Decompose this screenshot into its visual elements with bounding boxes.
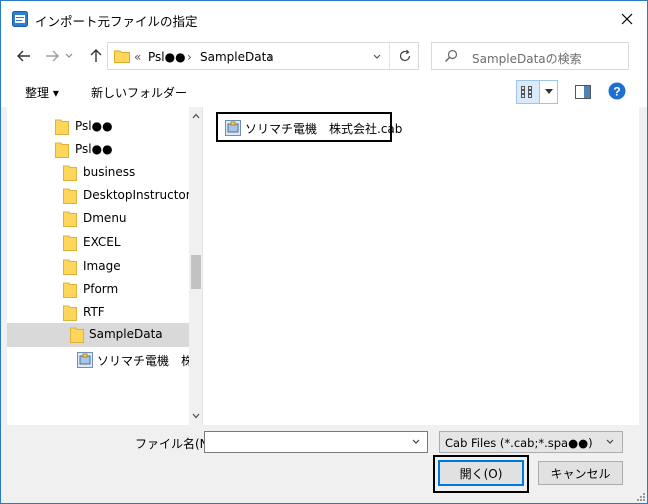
scroll-up-button[interactable] bbox=[189, 107, 202, 125]
up-button[interactable] bbox=[85, 45, 107, 67]
cab-file-icon bbox=[225, 120, 241, 136]
tree-item-label: SampleData bbox=[89, 327, 163, 341]
breadcrumb-separator[interactable]: › bbox=[187, 50, 192, 64]
file-list: ソリマチ電機 株式会社.cab bbox=[204, 107, 639, 425]
tree-item-label: ソリマチ電機 株式 bbox=[97, 354, 203, 368]
search-box[interactable]: SampleDataの検索 bbox=[431, 42, 629, 70]
change-view-button[interactable] bbox=[516, 80, 540, 104]
tree-item-label: DesktopInstructor bbox=[83, 188, 191, 202]
navigation-bar: « Psl●● › SampleData › SampleDataの検索 bbox=[1, 37, 647, 77]
folder-icon bbox=[63, 188, 77, 204]
chevron-down-icon bbox=[192, 413, 200, 419]
tree-item-label: business bbox=[83, 165, 136, 179]
chevron-down-icon bbox=[606, 439, 614, 444]
close-icon bbox=[621, 13, 633, 25]
file-item-cab[interactable]: ソリマチ電機 株式会社.cab bbox=[216, 112, 402, 142]
tree-item-label: Psl●● bbox=[75, 142, 113, 156]
address-dropdown-button[interactable] bbox=[367, 47, 387, 67]
chevron-down-icon bbox=[412, 439, 420, 444]
tree-item-label: RTF bbox=[83, 305, 105, 319]
title-bar: インポート元ファイルの指定 bbox=[1, 1, 647, 37]
recent-locations-button[interactable] bbox=[61, 45, 77, 67]
svg-text:?: ? bbox=[613, 85, 620, 99]
search-icon bbox=[445, 49, 458, 62]
tree-item-dmenu[interactable]: Dmenu bbox=[7, 207, 189, 230]
tree-item-psl-2[interactable]: Psl●● bbox=[7, 138, 189, 161]
folder-icon bbox=[63, 282, 77, 298]
breadcrumb-separator[interactable]: › bbox=[268, 50, 273, 64]
help-icon: ? bbox=[608, 82, 626, 100]
close-button[interactable] bbox=[615, 7, 639, 31]
breadcrumb-overflow[interactable]: « bbox=[134, 50, 141, 64]
scroll-down-button[interactable] bbox=[189, 407, 202, 425]
folder-icon bbox=[63, 305, 77, 321]
address-bar[interactable]: « Psl●● › SampleData › bbox=[107, 42, 419, 70]
arrow-up-icon bbox=[90, 49, 102, 62]
navigation-tree: Psl●● Psl●● business DesktopInstructor D… bbox=[7, 107, 203, 425]
filename-history-dropdown[interactable] bbox=[407, 433, 425, 451]
file-name: ソリマチ電機 株式会社.cab bbox=[245, 122, 403, 136]
refresh-icon bbox=[399, 49, 410, 62]
preview-pane-button[interactable] bbox=[573, 82, 593, 102]
file-type-select[interactable]: Cab Files (*.cab;*.spa●●) bbox=[439, 431, 623, 453]
import-file-dialog: インポート元ファイルの指定 « Psl●● › SampleData › Sam… bbox=[0, 0, 648, 504]
cab-file-icon bbox=[77, 352, 93, 368]
chevron-down-icon bbox=[373, 54, 381, 59]
arrow-left-icon bbox=[17, 50, 30, 62]
folder-icon bbox=[63, 259, 77, 275]
search-placeholder: SampleDataの検索 bbox=[472, 52, 582, 66]
file-type-value: Cab Files (*.cab;*.spa●●) bbox=[445, 436, 593, 450]
tree-scrollbar[interactable] bbox=[189, 107, 202, 425]
details-view-icon bbox=[521, 86, 532, 98]
tree-item-psl-1[interactable]: Psl●● bbox=[7, 115, 189, 138]
chevron-up-icon bbox=[192, 113, 200, 119]
tree-item-label: Pform bbox=[83, 282, 119, 296]
tree-item-cab-file[interactable]: ソリマチ電機 株式 bbox=[7, 348, 202, 371]
scroll-thumb[interactable] bbox=[191, 255, 201, 289]
dialog-title: インポート元ファイルの指定 bbox=[35, 14, 198, 29]
filename-input[interactable] bbox=[204, 431, 428, 453]
tree-item-label: Image bbox=[83, 259, 121, 273]
caret-down-icon bbox=[544, 89, 553, 94]
preview-pane-icon bbox=[575, 85, 591, 99]
tree-item-pform[interactable]: Pform bbox=[7, 278, 189, 301]
folder-icon bbox=[63, 165, 77, 181]
new-folder-button[interactable]: 新しいフォルダー bbox=[91, 84, 187, 101]
command-toolbar: 整理 ▾ 新しいフォルダー ? bbox=[1, 77, 647, 107]
tree-item-business[interactable]: business bbox=[7, 161, 189, 184]
forward-button[interactable] bbox=[41, 45, 63, 67]
open-button[interactable]: 開く(O) bbox=[438, 460, 524, 486]
tree-item-label: EXCEL bbox=[83, 235, 121, 249]
tree-item-sampledata[interactable]: SampleData bbox=[7, 323, 189, 347]
tree-item-label: Psl●● bbox=[75, 119, 113, 133]
folder-icon bbox=[55, 119, 69, 135]
browser-pane: Psl●● Psl●● business DesktopInstructor D… bbox=[7, 107, 639, 425]
breadcrumb-item-sampledata[interactable]: SampleData bbox=[200, 50, 274, 64]
breadcrumb-item-psl[interactable]: Psl●● bbox=[148, 50, 186, 64]
resize-grip-icon[interactable] bbox=[635, 491, 645, 501]
file-type-dropdown-button[interactable] bbox=[602, 434, 618, 450]
cancel-button[interactable]: キャンセル bbox=[538, 461, 623, 485]
arrow-right-icon bbox=[46, 50, 59, 62]
back-button[interactable] bbox=[13, 45, 35, 67]
folder-icon bbox=[114, 50, 130, 63]
tree-item-desktopinstructor[interactable]: DesktopInstructor bbox=[7, 184, 191, 207]
refresh-button[interactable] bbox=[389, 43, 419, 69]
tree-item-image[interactable]: Image bbox=[7, 255, 189, 278]
organize-button[interactable]: 整理 ▾ bbox=[25, 84, 59, 101]
folder-icon bbox=[70, 327, 84, 343]
chevron-down-icon bbox=[65, 53, 73, 58]
dialog-footer: ファイル名(N): Cab Files (*.cab;*.spa●●) 開く(O… bbox=[1, 425, 647, 503]
tree-item-rtf[interactable]: RTF bbox=[7, 301, 189, 324]
view-options-dropdown[interactable] bbox=[540, 80, 558, 104]
app-icon bbox=[12, 11, 28, 27]
folder-icon bbox=[63, 235, 77, 251]
folder-icon bbox=[63, 211, 77, 227]
tree-item-label: Dmenu bbox=[83, 211, 127, 225]
folder-icon bbox=[55, 142, 69, 158]
tree-item-excel[interactable]: EXCEL bbox=[7, 231, 189, 254]
help-button[interactable]: ? bbox=[608, 82, 628, 102]
